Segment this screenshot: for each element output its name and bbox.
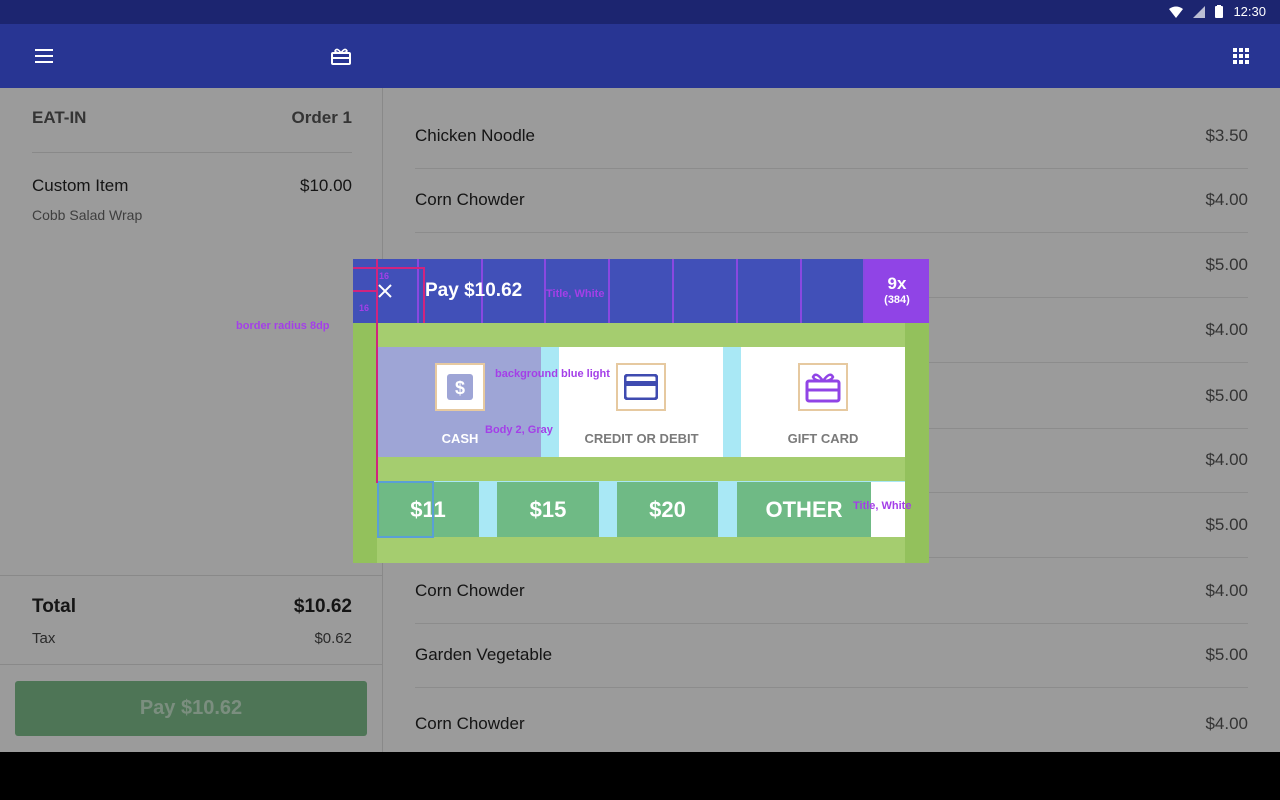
battery-icon (1215, 5, 1224, 18)
credit-card-icon (616, 363, 666, 411)
gift-card-icon (798, 363, 848, 411)
apps-grid-icon[interactable] (1225, 40, 1257, 72)
spec-dim-b: 16 (359, 303, 370, 313)
spec-border-radius: border radius 8dp (236, 320, 330, 332)
payment-gift-card-button[interactable]: GIFT CARD (741, 347, 905, 457)
spec-body: Body 2, Gray (485, 424, 553, 436)
amount-20-button[interactable]: $20 (617, 482, 718, 537)
app-bar (0, 24, 1280, 88)
keyline-marker (376, 259, 378, 483)
payment-dialog: Pay $10.62 Title, White 9x (384) 16 16 $ (353, 259, 929, 563)
spec-amount: Title, White (853, 500, 912, 512)
keyline-marker (377, 481, 434, 538)
payment-label: GIFT CARD (787, 431, 859, 446)
status-time: 12:30 (1233, 4, 1266, 19)
amount-15-button[interactable]: $15 (497, 482, 599, 537)
status-bar: 12:30 (0, 0, 1280, 24)
badge-sub: (384) (884, 294, 910, 306)
keyline-marker (423, 267, 425, 323)
dollar-icon: $ (435, 363, 485, 411)
spec-dim-a: 16 (379, 271, 390, 281)
navigation-bar (0, 752, 1280, 800)
wifi-icon (1169, 6, 1184, 18)
main-screen: EAT-IN Order 1 Custom Item $10.00 Cobb S… (0, 88, 1280, 752)
payment-card-button[interactable]: CREDIT OR DEBIT (559, 347, 724, 457)
dialog-title: Pay $10.62 (425, 280, 523, 301)
amount-other-button[interactable]: OTHER (737, 482, 871, 537)
keyline-margin (353, 323, 377, 563)
keyline-marker (353, 290, 377, 292)
payment-cash-button[interactable]: $ CASH (377, 347, 543, 457)
gift-card-icon[interactable] (325, 40, 357, 72)
dialog-header: Pay $10.62 Title, White 9x (384) 16 16 (353, 259, 929, 323)
keyline-margin (905, 323, 929, 563)
grid-badge: 9x (384) (865, 259, 929, 323)
signal-icon (1193, 5, 1206, 18)
payment-label: CREDIT OR DEBIT (584, 431, 699, 446)
spacing-band (541, 347, 559, 457)
status-icons: 12:30 (1169, 4, 1266, 19)
spacing-band (723, 347, 741, 457)
dialog-body: $ CASH CREDIT OR DEBIT GIFT CARD backgro… (353, 323, 929, 563)
spec-background: background blue light (495, 368, 610, 380)
svg-text:$: $ (455, 378, 465, 398)
spec-title: Title, White (546, 288, 605, 300)
badge-main: 9x (887, 274, 907, 293)
menu-icon[interactable] (28, 40, 60, 72)
